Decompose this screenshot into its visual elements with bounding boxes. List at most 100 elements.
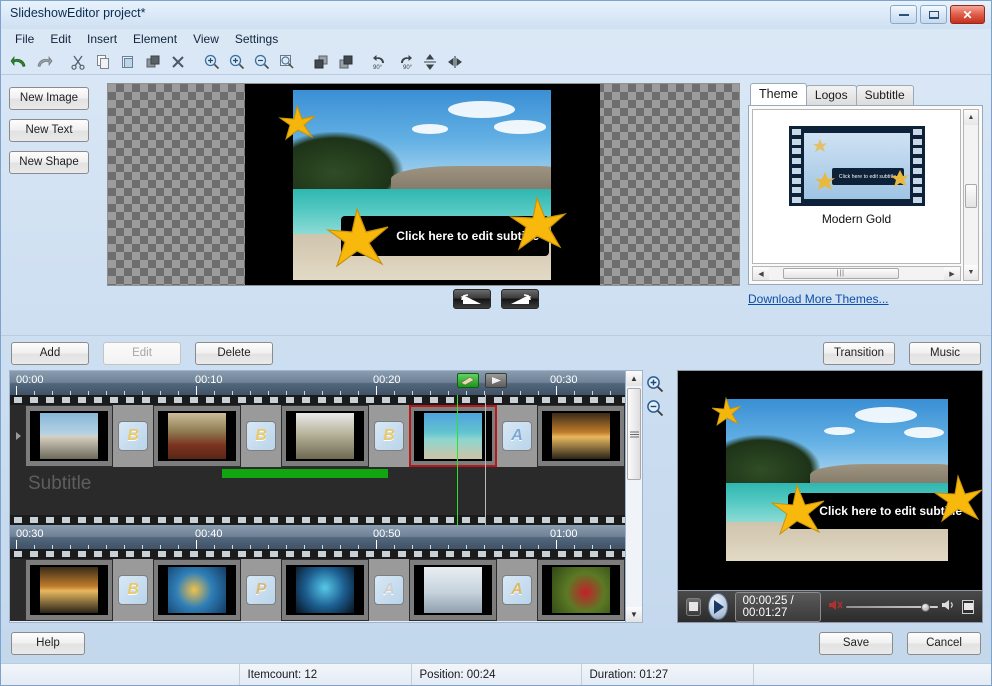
clip-item[interactable]: [280, 405, 370, 467]
timeline-row-2[interactable]: B P A A: [10, 549, 625, 621]
transition-item[interactable]: B: [113, 405, 154, 467]
preview-screen[interactable]: Click here to edit subtitle: [677, 370, 983, 591]
rotate-right-90-icon[interactable]: 90°: [393, 51, 417, 73]
track-expand-arrow[interactable]: [10, 405, 26, 467]
next-slide-button[interactable]: [501, 289, 539, 309]
scroll-up-icon[interactable]: ▲: [626, 371, 642, 386]
add-button[interactable]: Add: [11, 341, 89, 365]
volume-slider[interactable]: [846, 600, 939, 614]
subtitle-track-row1[interactable]: Subtitle: [10, 467, 625, 515]
scroll-right-icon[interactable]: ▶: [944, 267, 960, 280]
delete-button[interactable]: Delete: [195, 341, 273, 365]
duplicate-icon[interactable]: [141, 51, 165, 73]
play-button[interactable]: [707, 593, 728, 620]
timeline-row-1[interactable]: B B B A Subtitle: [10, 395, 625, 527]
cancel-button[interactable]: Cancel: [907, 631, 981, 655]
zoom-in-button[interactable]: [643, 372, 667, 396]
clip-item[interactable]: [281, 559, 370, 621]
clip-track-row2[interactable]: B P A A: [10, 559, 625, 621]
transition-item[interactable]: B: [241, 405, 281, 467]
scroll-left-icon[interactable]: ◀: [753, 267, 769, 280]
scroll-down-icon[interactable]: ▼: [964, 265, 978, 280]
menu-view[interactable]: View: [185, 30, 227, 48]
vscroll-thumb[interactable]: [965, 183, 977, 208]
clip-item[interactable]: [536, 559, 625, 621]
tab-theme[interactable]: Theme: [750, 83, 807, 105]
minimize-button[interactable]: [890, 5, 917, 24]
transition-item[interactable]: A: [369, 559, 409, 621]
clip-item[interactable]: [25, 559, 114, 621]
flip-vertical-icon[interactable]: [418, 51, 442, 73]
subtitle-clip-bar[interactable]: [222, 469, 388, 478]
volume-knob[interactable]: [921, 602, 931, 612]
new-shape-button[interactable]: New Shape: [9, 151, 89, 174]
flip-horizontal-icon[interactable]: [443, 51, 467, 73]
menu-insert[interactable]: Insert: [79, 30, 125, 48]
clip-item[interactable]: [25, 405, 114, 467]
clip-item[interactable]: [408, 559, 498, 621]
transition-item[interactable]: P: [241, 559, 281, 621]
timeline-scroll-thumb[interactable]: [627, 388, 641, 480]
clip-item[interactable]: [153, 405, 242, 467]
hscroll-thumb[interactable]: |||: [783, 268, 899, 279]
tab-logos[interactable]: Logos: [805, 85, 857, 105]
menu-file[interactable]: File: [7, 30, 42, 48]
stop-button[interactable]: [686, 597, 701, 616]
maximize-button[interactable]: [920, 5, 947, 24]
clip-item[interactable]: [536, 405, 625, 467]
slide-canvas[interactable]: Click here to edit subtitle: [107, 83, 740, 286]
mute-icon[interactable]: [828, 598, 843, 615]
speaker-icon[interactable]: [941, 598, 955, 615]
cut-icon[interactable]: [66, 51, 90, 73]
transition-item[interactable]: B: [369, 405, 409, 467]
scroll-down-icon[interactable]: ▼: [626, 607, 642, 622]
send-to-back-icon[interactable]: [334, 51, 358, 73]
theme-list-vscrollbar[interactable]: ▲ ▼: [963, 109, 979, 281]
new-text-button[interactable]: New Text: [9, 119, 89, 142]
zoom-out-icon[interactable]: [250, 51, 274, 73]
zoom-actual-icon[interactable]: [225, 51, 249, 73]
zoom-fit-icon[interactable]: [275, 51, 299, 73]
clip-item-selected[interactable]: [408, 405, 498, 467]
play-position-marker[interactable]: [485, 373, 507, 388]
delete-icon[interactable]: [166, 51, 190, 73]
undo-icon[interactable]: [7, 51, 31, 73]
timeline-tracks[interactable]: 00:00 00:10 00:20 00:30 B B B A Subtitle…: [9, 370, 626, 623]
theme-list[interactable]: Click here to edit subtitle Modern Gold: [752, 109, 961, 264]
copy-icon[interactable]: [91, 51, 115, 73]
clip-item[interactable]: [153, 559, 242, 621]
vscroll-track[interactable]: [964, 125, 978, 265]
bring-to-front-icon[interactable]: [309, 51, 333, 73]
transition-item[interactable]: A: [497, 405, 537, 467]
transition-button[interactable]: Transition: [823, 341, 895, 365]
timeline-scroll-track[interactable]: [626, 386, 642, 607]
zoom-out-button[interactable]: [643, 396, 667, 420]
edit-position-marker[interactable]: [457, 373, 479, 388]
clip-track-row1[interactable]: B B B A: [10, 405, 625, 467]
menu-settings[interactable]: Settings: [227, 30, 286, 48]
redo-icon[interactable]: [32, 51, 56, 73]
menu-edit[interactable]: Edit: [42, 30, 79, 48]
edit-button[interactable]: Edit: [103, 341, 181, 365]
slide-frame[interactable]: Click here to edit subtitle: [245, 84, 600, 285]
menu-element[interactable]: Element: [125, 30, 185, 48]
scroll-up-icon[interactable]: ▲: [964, 110, 978, 125]
subtitle-object[interactable]: Click here to edit subtitle: [341, 216, 549, 256]
hscroll-track[interactable]: |||: [769, 267, 944, 280]
previous-slide-button[interactable]: [453, 289, 491, 309]
new-image-button[interactable]: New Image: [9, 87, 89, 110]
tab-subtitle[interactable]: Subtitle: [855, 85, 914, 105]
paste-icon[interactable]: [116, 51, 140, 73]
fullscreen-button[interactable]: [962, 599, 974, 614]
theme-list-hscrollbar[interactable]: ◀ ||| ▶: [752, 266, 961, 281]
timeline-vscrollbar[interactable]: ▲ ▼: [626, 370, 643, 623]
transition-item[interactable]: B: [113, 559, 154, 621]
timeline-ruler-row1[interactable]: 00:00 00:10 00:20 00:30: [10, 371, 625, 395]
save-button[interactable]: Save: [819, 631, 893, 655]
help-button[interactable]: Help: [11, 631, 85, 655]
close-button[interactable]: ✕: [950, 5, 985, 24]
timeline-ruler-row2[interactable]: 00:30 00:40 00:50 01:00: [10, 525, 625, 549]
music-button[interactable]: Music: [909, 341, 981, 365]
zoom-in-icon[interactable]: [200, 51, 224, 73]
theme-card-modern-gold[interactable]: Click here to edit subtitle Modern Gold: [788, 126, 925, 226]
